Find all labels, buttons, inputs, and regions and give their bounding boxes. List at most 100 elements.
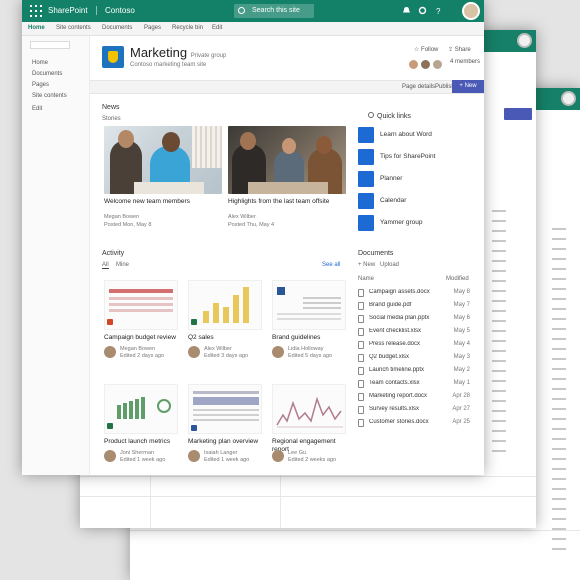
site-logo xyxy=(102,46,124,68)
site-description: Contoso marketing team site xyxy=(130,62,207,68)
file-icon xyxy=(358,341,364,349)
command-site-contents[interactable]: Site contents xyxy=(56,25,91,31)
quick-links-heading: Quick links xyxy=(368,112,411,120)
new-button[interactable]: + New xyxy=(452,80,484,93)
quick-link-3[interactable]: Planner xyxy=(380,175,402,182)
author-avatar xyxy=(188,346,200,358)
activity-see-all-link[interactable]: See all xyxy=(322,262,340,268)
news-date-2: Posted Thu, May 4 xyxy=(228,222,275,228)
nav-item-home[interactable]: Home xyxy=(32,60,48,66)
document-edited: Edited 1 week ago xyxy=(120,457,166,463)
author-avatar xyxy=(104,450,116,462)
list-item[interactable]: Event checklist.xlsx May 5 xyxy=(358,327,470,339)
nav-item-edit[interactable]: Edit xyxy=(32,106,42,112)
document-thumbnail xyxy=(272,280,346,330)
site-title: Marketing Private group xyxy=(130,45,227,60)
document-name[interactable]: Q2 sales xyxy=(188,334,262,342)
column-header-name[interactable]: Name xyxy=(358,276,374,282)
document-thumbnail xyxy=(104,280,178,330)
nav-search-input[interactable] xyxy=(30,41,70,49)
file-icon xyxy=(358,393,364,401)
left-navigation: Home Documents Pages Site contents Edit xyxy=(22,36,90,475)
nav-item-pages[interactable]: Pages xyxy=(32,82,49,88)
quick-link-sharepoint-icon[interactable] xyxy=(358,149,374,165)
document-thumbnail xyxy=(188,280,262,330)
group-members[interactable] xyxy=(408,57,444,70)
list-item[interactable]: Team contacts.xlsx May 1 xyxy=(358,379,470,391)
document-thumbnail xyxy=(188,384,262,434)
app-launcher-icon[interactable] xyxy=(30,5,42,17)
list-item[interactable]: Marketing report.docx Apr 28 xyxy=(358,392,470,404)
nav-item-documents[interactable]: Documents xyxy=(32,71,62,77)
help-icon[interactable]: ? xyxy=(434,6,443,16)
search-box[interactable]: Search this site xyxy=(234,4,314,18)
document-name[interactable]: Product launch metrics xyxy=(104,438,178,446)
author-avatar xyxy=(272,450,284,462)
file-icon xyxy=(358,315,364,323)
list-item[interactable]: Campaign assets.docx May 8 xyxy=(358,288,470,300)
quick-link-4[interactable]: Calendar xyxy=(380,197,406,204)
news-title-2[interactable]: Highlights from the last team offsite xyxy=(228,198,346,205)
document-name[interactable]: Regional engagement report xyxy=(272,438,346,454)
list-item[interactable]: Customer stories.docx Apr 25 xyxy=(358,418,470,430)
command-bar: Home Site contents Documents Pages Recyc… xyxy=(22,22,484,36)
settings-icon[interactable] xyxy=(418,6,427,15)
link-icon xyxy=(368,112,374,118)
command-pages[interactable]: Pages xyxy=(144,25,161,31)
file-icon xyxy=(358,289,364,297)
document-author: Isaiah Langer xyxy=(204,450,238,456)
document-edited: Edited 2 weeks ago xyxy=(288,457,337,463)
page-command-bar: Page details Published xyxy=(90,80,484,94)
list-item[interactable]: Brand guide.pdf May 7 xyxy=(358,301,470,313)
document-thumbnail xyxy=(272,384,346,434)
news-title-1[interactable]: Welcome new team members xyxy=(104,198,222,205)
file-icon xyxy=(358,406,364,414)
suite-bar: SharePoint Contoso Search this site ? xyxy=(22,0,484,22)
list-item[interactable]: Launch timeline.pptx May 2 xyxy=(358,366,470,378)
quick-link-calendar-icon[interactable] xyxy=(358,193,374,209)
list-item[interactable]: Survey results.xlsx Apr 27 xyxy=(358,405,470,417)
document-name[interactable]: Campaign budget review xyxy=(104,334,178,342)
search-placeholder: Search this site xyxy=(252,7,300,14)
nav-item-site-contents[interactable]: Site contents xyxy=(32,93,67,99)
file-icon xyxy=(358,380,364,388)
activity-tab-all[interactable]: All xyxy=(102,262,109,269)
quick-link-5[interactable]: Yammer group xyxy=(380,219,423,226)
document-edited: Edited 2 days ago xyxy=(120,353,165,359)
activity-tab-mine[interactable]: Mine xyxy=(116,262,129,268)
list-item[interactable]: Q2 budget.xlsx May 3 xyxy=(358,353,470,365)
quick-link-word-icon[interactable] xyxy=(358,127,374,143)
document-name[interactable]: Brand guidelines xyxy=(272,334,346,342)
column-header-modified[interactable]: Modified xyxy=(446,276,469,282)
page-details-button[interactable]: Page details xyxy=(402,84,435,90)
quick-link-planner-icon[interactable] xyxy=(358,171,374,187)
share-button[interactable]: ⇪ Share xyxy=(448,46,471,53)
command-home[interactable]: Home xyxy=(28,25,45,31)
news-heading: News xyxy=(102,104,120,111)
background-new-button xyxy=(504,108,532,120)
app-name[interactable]: SharePoint xyxy=(48,6,88,15)
quick-link-1[interactable]: Learn about Word xyxy=(380,131,432,138)
list-item[interactable]: Social media plan.pptx May 6 xyxy=(358,314,470,326)
author-avatar xyxy=(272,346,284,358)
news-image-1[interactable] xyxy=(104,126,222,194)
command-edit[interactable]: Edit xyxy=(212,25,222,31)
site-label[interactable]: Contoso xyxy=(96,6,135,15)
document-edited: Edited 1 week ago xyxy=(204,457,250,463)
file-icon xyxy=(358,419,364,427)
news-image-2[interactable] xyxy=(228,126,346,194)
notifications-icon[interactable] xyxy=(402,6,411,15)
sharepoint-team-site-window: SharePoint Contoso Search this site ? Ho… xyxy=(22,0,484,475)
follow-button[interactable]: ☆ Follow xyxy=(414,46,438,53)
document-name[interactable]: Marketing plan overview xyxy=(188,438,262,446)
documents-upload-button[interactable]: Upload xyxy=(380,262,399,268)
site-visibility: Private group xyxy=(190,53,227,59)
quick-link-2[interactable]: Tips for SharePoint xyxy=(380,153,435,160)
command-documents[interactable]: Documents xyxy=(102,25,132,31)
documents-new-button[interactable]: + New xyxy=(358,262,375,268)
user-avatar[interactable] xyxy=(462,2,480,20)
list-item[interactable]: Press release.docx May 4 xyxy=(358,340,470,352)
command-recycle-bin[interactable]: Recycle bin xyxy=(172,25,203,31)
quick-link-yammer-icon[interactable] xyxy=(358,215,374,231)
members-count[interactable]: 4 members xyxy=(450,59,480,65)
